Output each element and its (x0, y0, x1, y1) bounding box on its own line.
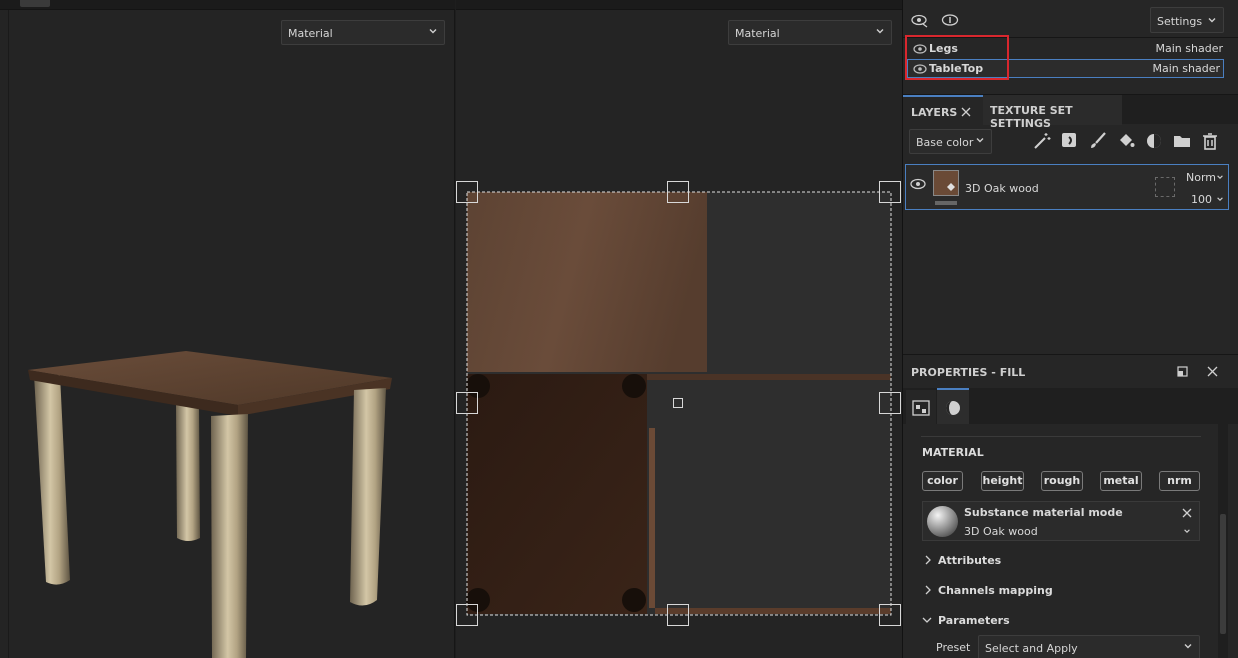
material-mode-title: Substance material mode (964, 506, 1123, 519)
material-mode-box[interactable]: Substance material mode 3D Oak wood (922, 501, 1200, 541)
close-icon[interactable] (961, 107, 971, 117)
right-panel: Settings Legs Main shader TableTop Main … (902, 0, 1238, 658)
layers-tab-bar: LAYERS TEXTURE SET SETTINGS (903, 94, 1238, 130)
chevron-down-icon (1184, 644, 1192, 649)
section-label: Parameters (938, 614, 1010, 627)
material-mode-name[interactable]: 3D Oak wood (964, 525, 1038, 538)
transform-handle-right[interactable] (879, 392, 901, 414)
section-attributes[interactable]: Attributes (922, 553, 1122, 569)
tab-label: TEXTURE SET SETTINGS (990, 104, 1073, 130)
tab-label: LAYERS (911, 106, 958, 119)
tab-material[interactable] (937, 388, 969, 424)
layer-opacity[interactable]: 100 (1191, 193, 1212, 206)
preset-dropdown[interactable]: Select and Apply (978, 635, 1200, 658)
section-parameters[interactable]: Parameters (922, 613, 1122, 629)
properties-title: PROPERTIES - FILL (911, 366, 1026, 379)
table-leg-front (211, 414, 248, 658)
layer-name: 3D Oak wood (965, 182, 1039, 195)
uv-island-strip-top (647, 374, 891, 380)
transform-handle-bottom[interactable] (667, 604, 689, 626)
properties-header: PROPERTIES - FILL (903, 354, 1238, 386)
section-label: Attributes (938, 554, 1002, 567)
paint-brush-icon[interactable] (1089, 132, 1107, 150)
channel-height-button[interactable]: height (981, 471, 1024, 491)
fill-layer-icon (947, 183, 955, 191)
properties-subtab-bar (903, 388, 1238, 424)
divider (921, 436, 1201, 437)
table-leg-back-right (176, 405, 200, 541)
chevron-down-icon (1217, 197, 1223, 201)
viewport-3d[interactable]: Material (0, 0, 455, 658)
channel-nrm-button[interactable]: nrm (1159, 471, 1200, 491)
transform-handle-bottom-left[interactable] (456, 604, 478, 626)
layer-thumbnail[interactable] (933, 170, 959, 196)
uv-island-bottom (467, 374, 647, 614)
layer-thumbnail-bar (935, 201, 957, 205)
settings-dropdown[interactable]: Settings (1150, 7, 1224, 33)
channel-dropdown[interactable]: Base color (909, 129, 992, 154)
material-preview-sphere (927, 506, 958, 537)
transform-handle-center[interactable] (673, 398, 683, 408)
fill-settings-icon (912, 400, 930, 416)
table-leg-right (350, 388, 386, 606)
chevron-down-icon (1208, 18, 1216, 23)
texture-set-shader[interactable]: Main shader (1153, 62, 1220, 75)
material-heading: MATERIAL (922, 446, 984, 459)
uv-island-top (467, 192, 707, 372)
chevron-right-icon (925, 585, 931, 595)
table-leg-front-left (34, 375, 70, 585)
eye-solo-icon[interactable] (941, 12, 959, 28)
channel-metal-button[interactable]: metal (1100, 471, 1142, 491)
chevron-down-icon (1217, 175, 1223, 179)
add-fill-layer-icon[interactable] (1061, 132, 1079, 150)
transform-handle-top[interactable] (667, 181, 689, 203)
settings-label: Settings (1157, 15, 1203, 28)
channel-value: Base color (916, 136, 974, 149)
paint-bucket-icon[interactable] (1117, 132, 1135, 150)
close-icon[interactable] (1207, 366, 1218, 377)
layer-blend-mode[interactable]: Norm (1186, 171, 1216, 184)
channel-color-button[interactable]: color (922, 471, 963, 491)
layer-mask-slot[interactable] (1155, 177, 1175, 197)
table-3d-model[interactable] (0, 0, 455, 658)
eye-icon[interactable] (910, 178, 926, 190)
properties-content: MATERIAL color height rough metal nrm Su… (903, 424, 1238, 658)
popout-icon[interactable] (1177, 366, 1188, 377)
folder-icon[interactable] (1173, 132, 1191, 150)
texture-set-toolbar: Settings (903, 0, 1238, 38)
uv-texture-map[interactable] (456, 0, 902, 658)
uv-island-strip-side (649, 428, 655, 608)
transform-handle-top-left[interactable] (456, 181, 478, 203)
chevron-down-icon (976, 138, 984, 143)
viewport-2d[interactable]: Material (456, 0, 902, 658)
properties-scrollbar[interactable] (1218, 424, 1228, 658)
chevron-down-icon[interactable] (1183, 527, 1191, 535)
add-mask-icon[interactable] (1145, 132, 1163, 150)
magic-wand-icon[interactable] (1033, 132, 1051, 150)
chevron-right-icon (925, 555, 931, 565)
preset-label: Preset (936, 641, 971, 654)
transform-handle-bottom-right[interactable] (879, 604, 901, 626)
scrollbar-thumb[interactable] (1220, 514, 1226, 634)
transform-handle-left[interactable] (456, 392, 478, 414)
transform-handle-top-right[interactable] (879, 181, 901, 203)
material-sphere-icon (946, 401, 960, 415)
trash-icon[interactable] (1201, 132, 1219, 150)
uv-island-strip-bottom (655, 608, 891, 614)
channel-rough-button[interactable]: rough (1041, 471, 1083, 491)
tab-fill-settings[interactable] (906, 390, 936, 424)
uv-dark-spot (622, 374, 646, 398)
eye-visibility-icon[interactable] (911, 12, 929, 28)
tab-layers[interactable]: LAYERS (903, 95, 983, 125)
chevron-down-icon (922, 617, 932, 623)
section-channels-mapping[interactable]: Channels mapping (922, 583, 1122, 599)
texture-set-shader[interactable]: Main shader (1156, 42, 1223, 55)
layer-row[interactable]: 3D Oak wood Norm 100 (905, 164, 1229, 210)
close-icon[interactable] (1182, 508, 1192, 518)
highlight-box (905, 35, 1009, 80)
tab-texture-set-settings[interactable]: TEXTURE SET SETTINGS (983, 95, 1122, 130)
preset-value: Select and Apply (985, 642, 1078, 655)
uv-dark-spot (622, 588, 646, 612)
section-label: Channels mapping (938, 584, 1053, 597)
